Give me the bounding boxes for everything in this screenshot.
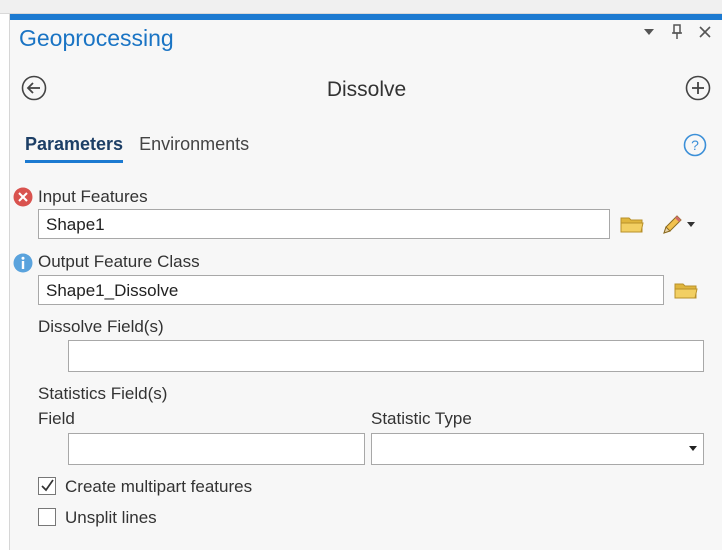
- pencil-icon: [663, 215, 682, 234]
- statistics-fields-label: Statistics Field(s): [38, 384, 168, 403]
- field-column-label: Field: [38, 409, 75, 428]
- folder-icon[interactable]: [674, 280, 698, 300]
- dropdown-arrow-icon[interactable]: [643, 28, 659, 36]
- window-top-strip: [0, 0, 722, 14]
- input-features-field[interactable]: Shape1: [38, 209, 610, 239]
- unsplit-lines-checkbox[interactable]: [38, 508, 56, 526]
- create-multipart-checkbox[interactable]: [38, 477, 56, 495]
- error-icon: [13, 187, 33, 207]
- pane-controls: [643, 24, 715, 40]
- info-icon: [13, 253, 33, 273]
- checkmark-icon: [41, 479, 54, 492]
- unsplit-lines-label: Unsplit lines: [65, 508, 157, 527]
- tool-title: Dissolve: [326, 78, 407, 101]
- input-features-label: Input Features: [38, 187, 148, 206]
- dissolve-fields-label: Dissolve Field(s): [38, 317, 164, 336]
- folder-icon[interactable]: [620, 214, 644, 234]
- add-circle-icon[interactable]: [685, 75, 711, 101]
- tab-environments[interactable]: Environments: [139, 134, 249, 163]
- help-icon[interactable]: ?: [683, 133, 707, 157]
- tool-tabs: Parameters Environments: [25, 134, 249, 163]
- dissolve-fields-field[interactable]: [68, 340, 704, 372]
- output-feature-class-label: Output Feature Class: [38, 252, 200, 271]
- pane-accent-bar: [10, 14, 722, 20]
- pane-title: Geoprocessing: [19, 25, 174, 51]
- close-icon[interactable]: [699, 26, 715, 38]
- edit-features-dropdown[interactable]: [660, 214, 695, 236]
- statistic-type-select[interactable]: [371, 433, 704, 465]
- create-multipart-label: Create multipart features: [65, 477, 253, 496]
- geoprocessing-pane: Geoprocessing Dissolve Parameters Enviro…: [9, 14, 722, 550]
- output-feature-class-field[interactable]: Shape1_Dissolve: [38, 275, 664, 305]
- svg-text:?: ?: [691, 137, 699, 153]
- statistics-field-input[interactable]: [68, 433, 365, 465]
- chevron-down-icon: [689, 446, 697, 451]
- pin-icon[interactable]: [671, 24, 687, 40]
- statistic-type-column-label: Statistic Type: [371, 409, 472, 428]
- chevron-down-icon: [687, 222, 695, 227]
- tab-parameters[interactable]: Parameters: [25, 134, 124, 163]
